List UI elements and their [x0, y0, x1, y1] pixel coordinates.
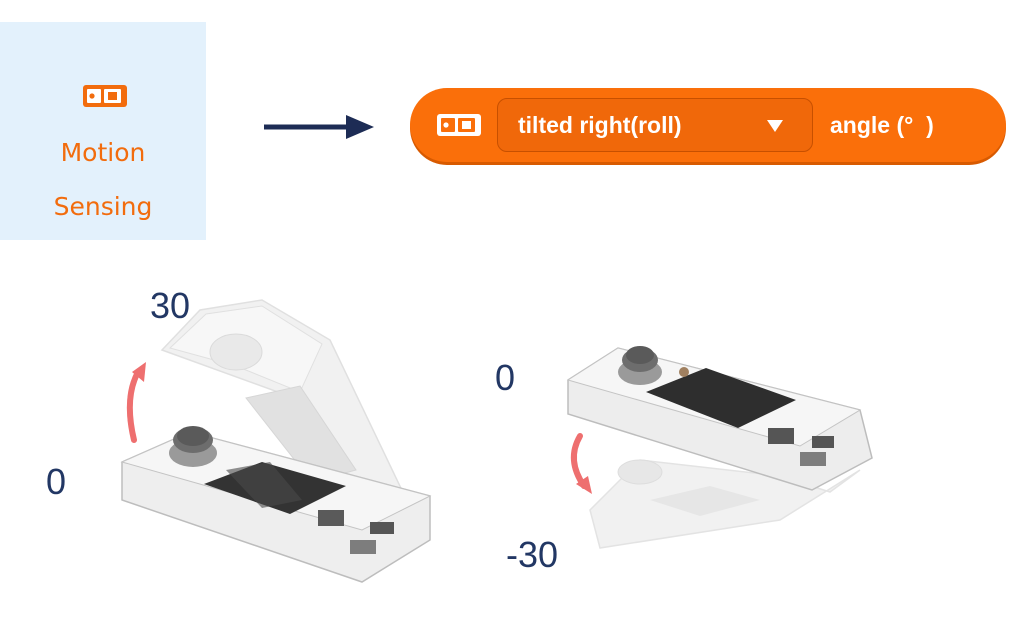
angle-label-minus-30: -30 [506, 534, 559, 575]
angle-label-0-right: 0 [495, 357, 516, 398]
angle-label-0-left: 0 [46, 461, 67, 502]
angle-label-30: 30 [150, 285, 191, 326]
flat-board [120, 426, 432, 583]
rotate-down-arrow-icon [571, 433, 587, 489]
rotate-up-arrow-icon [126, 369, 141, 443]
